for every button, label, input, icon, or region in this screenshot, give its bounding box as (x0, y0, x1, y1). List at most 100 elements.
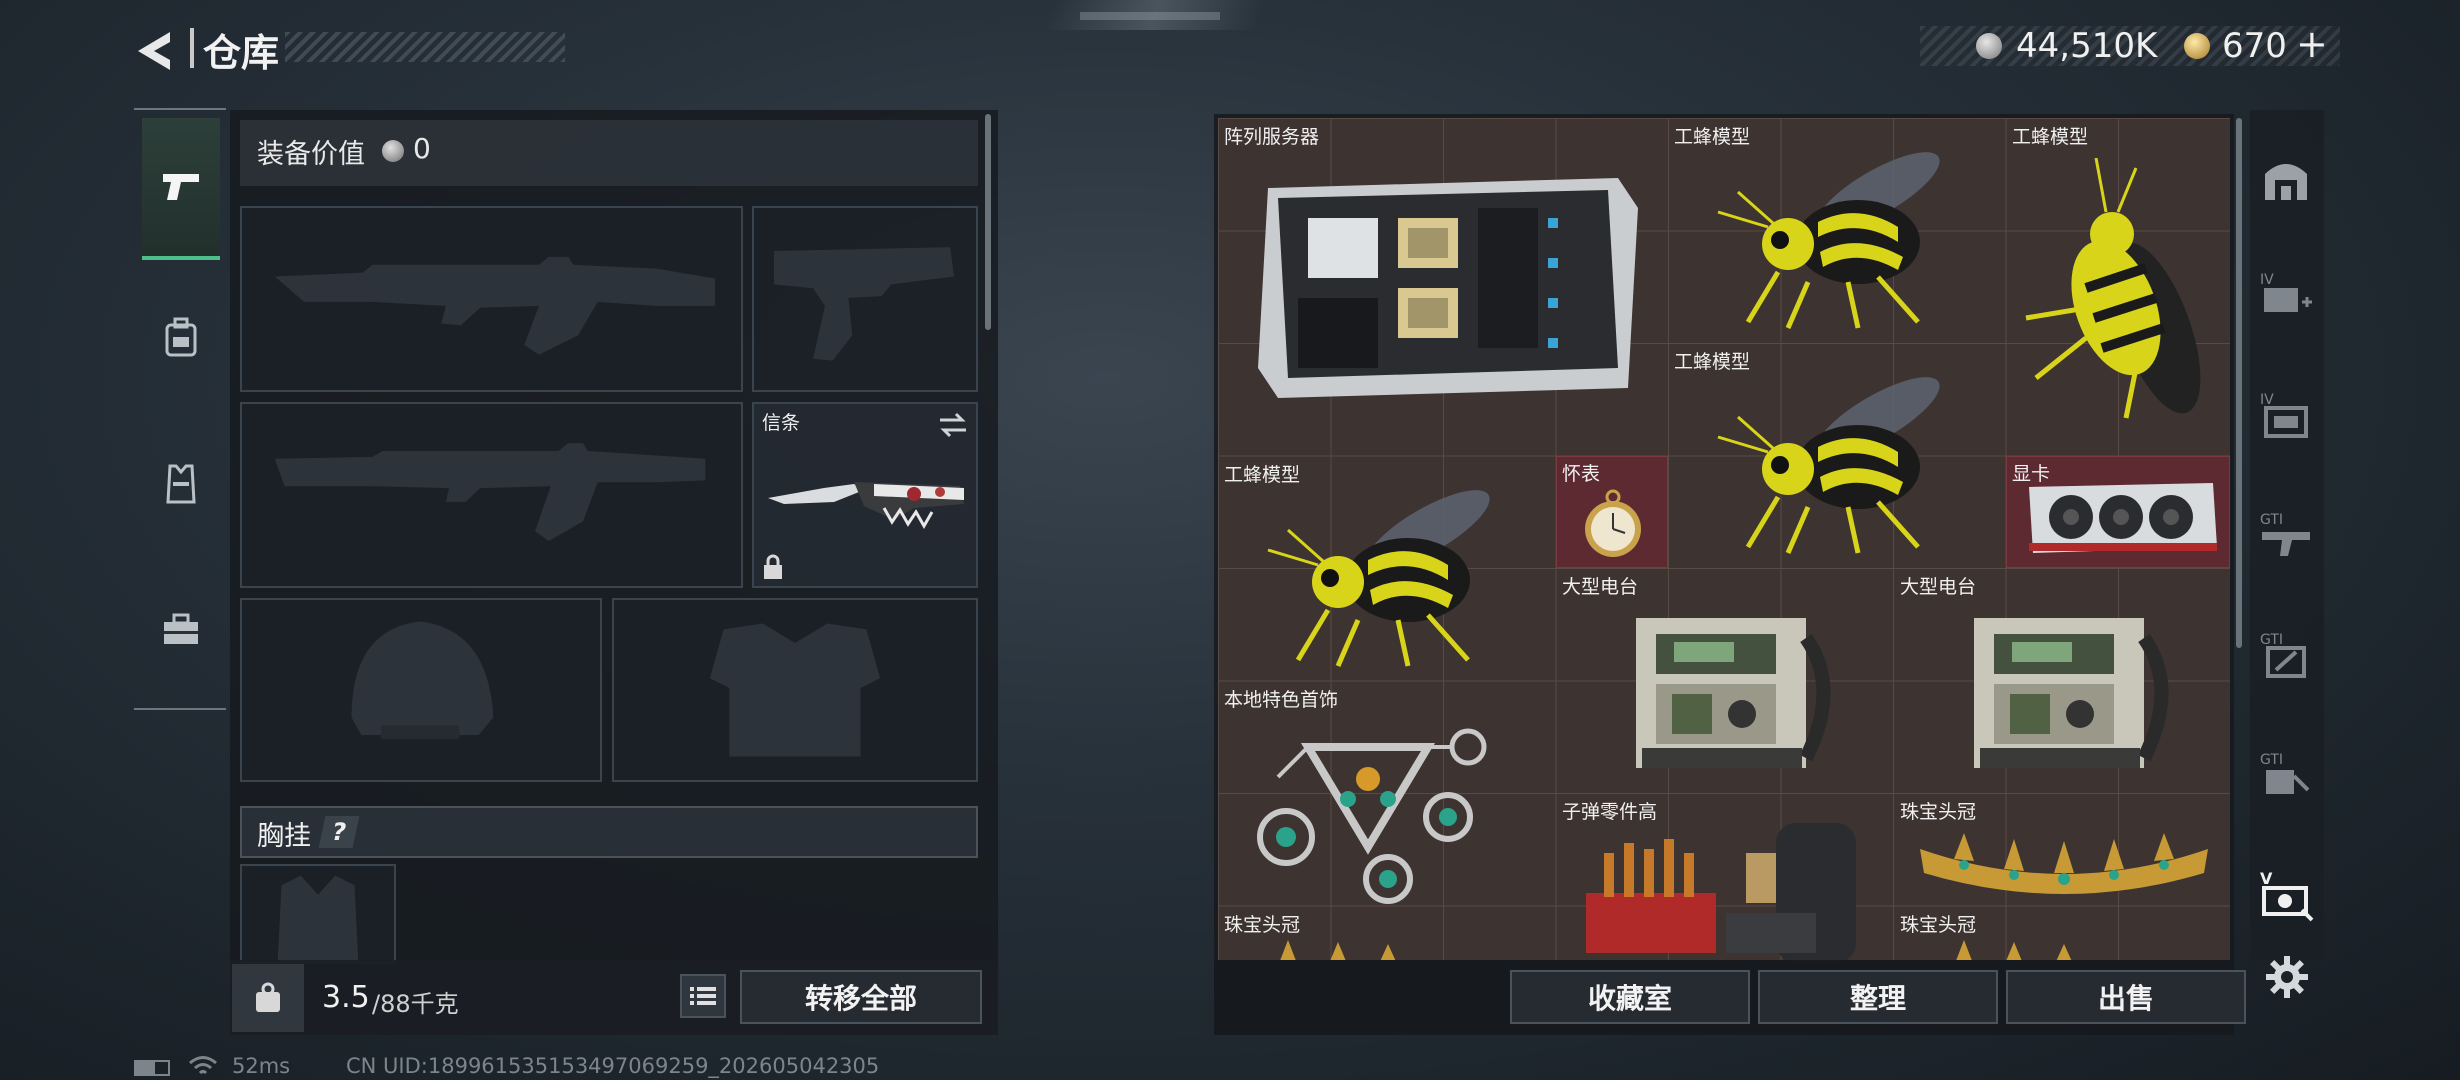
silver-coin-icon (1976, 33, 2002, 59)
stash-item-bee-1[interactable]: 工蜂模型 (1668, 118, 2006, 343)
chest-rig-slot[interactable] (240, 864, 396, 964)
pistol-icon (163, 174, 199, 200)
stash-item-gpu[interactable]: 显卡 (2006, 456, 2230, 568)
stash-item-bee-2[interactable]: 工蜂模型 (2006, 118, 2230, 456)
vest-icon (166, 464, 196, 504)
add-gold-button[interactable]: + (2296, 22, 2328, 66)
item-label: 大型电台 (1562, 576, 1639, 598)
rifle-silhouette-icon (274, 443, 706, 541)
list-view-button[interactable] (680, 974, 726, 1018)
stash-item-radio-1[interactable]: 大型电台 (1556, 568, 1894, 793)
gti-misc-icon: GTI (2260, 752, 2310, 794)
tab-gti-weapons[interactable]: GTI (2254, 490, 2318, 580)
graphics-card-icon (2029, 483, 2217, 553)
back-button[interactable] (130, 26, 180, 76)
toolbox-icon (164, 613, 198, 644)
swap-icon[interactable] (938, 412, 968, 438)
item-label: 珠宝头冠 (1900, 914, 1977, 936)
weight-icon (256, 982, 280, 1012)
svg-text:V: V (2260, 869, 2273, 888)
sell-button[interactable]: 出售 (2006, 970, 2246, 1024)
v-special-icon: V (2260, 869, 2314, 922)
sort-button[interactable]: 整理 (1758, 970, 1998, 1024)
settings-button[interactable] (2262, 952, 2312, 1002)
tab-garage[interactable] (2254, 134, 2318, 224)
tiara-icon (1920, 833, 2208, 894)
weight-max: /88千克 (372, 990, 459, 1018)
secondary-rifle-slot[interactable] (240, 402, 743, 588)
gold-coin-icon (2184, 33, 2210, 59)
item-label: 珠宝头冠 (1224, 914, 1301, 936)
stash-item-tiara-2[interactable]: 珠宝头冠 (1218, 906, 1556, 960)
tab-v-special[interactable]: V (2254, 850, 2318, 940)
user-uid: CN UID:18996153515349706925​9_2026050423… (346, 1054, 880, 1078)
tab-iv-storage[interactable]: IV (2254, 370, 2318, 460)
gold-currency-value: 670 (2222, 26, 2287, 66)
back-arrow-icon (138, 32, 170, 70)
tab-backpack[interactable] (142, 268, 220, 406)
radio-station-icon (1636, 618, 1831, 768)
secondary-weapon-slot[interactable] (752, 206, 978, 392)
tab-iv-medical[interactable]: IV (2254, 250, 2318, 340)
battery-icon (134, 1060, 170, 1076)
radio-station-icon (1974, 618, 2169, 768)
stash-item-tiara-1[interactable]: 珠宝头冠 (1894, 793, 2230, 905)
collection-room-button[interactable]: 收藏室 (1510, 970, 1750, 1024)
bullet-parts-icon (1586, 823, 1856, 963)
equipment-value: 0 (413, 132, 431, 165)
list-icon (690, 987, 716, 1005)
stash-item-server[interactable]: 阵列服务器 (1218, 118, 1668, 456)
tab-toolbox[interactable] (142, 560, 220, 698)
stash-item-bee-3[interactable]: 工蜂模型 (1668, 343, 2006, 568)
tiara-icon (1956, 940, 2072, 960)
item-label: 怀表 (1562, 463, 1601, 485)
gear-icon (2266, 956, 2308, 998)
tab-vest[interactable] (142, 414, 220, 552)
stash-item-tiara-3[interactable]: 珠宝头冠 (1894, 906, 2230, 960)
tiara-icon (1280, 940, 1396, 960)
garage-icon (2265, 164, 2307, 200)
chest-rig-silhouette-icon (277, 875, 359, 962)
item-label: 工蜂模型 (2012, 126, 2089, 148)
silver-coin-icon (382, 140, 404, 162)
weight-value: 3.5 (322, 980, 370, 1015)
knife-item-icon (768, 482, 964, 530)
pocket-watch-icon (1585, 489, 1641, 557)
stash-item-radio-2[interactable]: 大型电台 (1894, 568, 2230, 793)
equipment-value-label: 装备价值 (257, 139, 365, 170)
gti-armor-icon: GTI (2260, 632, 2306, 678)
helmet-silhouette-icon (351, 621, 494, 739)
iv-ammo-icon: IV (2260, 392, 2308, 438)
svg-text:GTI: GTI (2260, 752, 2283, 768)
backpack-icon (165, 317, 197, 357)
svg-text:IV: IV (2260, 272, 2274, 288)
primary-weapon-slot[interactable] (240, 206, 743, 392)
armor-slot[interactable] (612, 598, 978, 782)
page-title: 仓库 (203, 31, 280, 75)
stash-item-bee-4[interactable]: 工蜂模型 (1218, 456, 1556, 681)
stash-item-bullet-parts[interactable]: 子弹零件高 (1556, 793, 1894, 963)
iv-medkit-icon: IV (2260, 272, 2312, 312)
bee-model-icon (2025, 158, 2201, 419)
tab-weapons[interactable] (142, 118, 220, 260)
chest-rig-label: 胸挂 (257, 821, 311, 852)
bee-model-icon (1717, 377, 1940, 554)
transfer-all-button[interactable]: 转移全部 (740, 970, 982, 1024)
melee-slot[interactable]: 信条 (752, 402, 978, 588)
lock-icon (764, 554, 782, 579)
stash-item-jewelry[interactable]: 本地特色首饰 (1218, 681, 1556, 906)
gti-weapon-icon: GTI (2260, 512, 2310, 556)
server-item-icon (1258, 178, 1638, 398)
chest-rig-help-button[interactable]: ? (318, 816, 360, 848)
stash-item-pocket-watch[interactable]: 怀表 (1556, 456, 1668, 568)
bee-model-icon (1717, 152, 1940, 329)
armor-silhouette-icon (709, 623, 881, 757)
item-label: 阵列服务器 (1224, 126, 1320, 148)
jewelry-icon (1257, 728, 1487, 904)
svg-text:GTI: GTI (2260, 632, 2283, 648)
bee-model-icon (1267, 490, 1490, 667)
silver-currency-value: 44,510K (2016, 26, 2158, 66)
tab-gti-armor[interactable]: GTI (2254, 610, 2318, 700)
helmet-slot[interactable] (240, 598, 602, 782)
tab-gti-misc[interactable]: GTI (2254, 730, 2318, 820)
